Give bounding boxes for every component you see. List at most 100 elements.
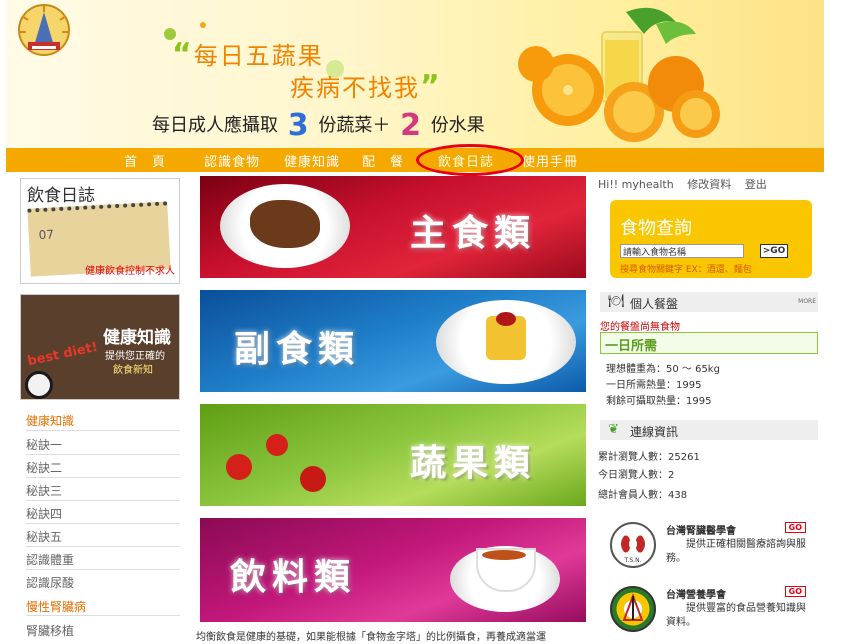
category-side-dish[interactable]: 副食類 [200, 290, 586, 392]
daily-needs-title: 一日所需 [605, 339, 658, 354]
nav-health-knowledge[interactable]: 健康知識 [284, 151, 340, 170]
side-link-tip2[interactable]: 秘訣二 [26, 459, 62, 476]
meal-plate-title: 個人餐盤 [630, 297, 679, 311]
greeting-text: Hi!! myhealth [598, 178, 674, 191]
section-ckd-heading: 慢性腎臟病 [26, 600, 87, 614]
partner-go-button[interactable]: GO [784, 522, 806, 533]
divider [26, 430, 180, 431]
daily-calories: 一日所需熱量：1995 [606, 380, 702, 391]
berry-topping-image [496, 312, 516, 326]
search-title: 食物查詢 [620, 218, 692, 239]
food-diary-promo[interactable]: 飲食日誌 07 健康飲食控制不求人 [20, 178, 180, 284]
slogan-line1: “每日五蔬果 [172, 37, 324, 72]
partner-nutrition-society[interactable]: 台灣營養學會 GO 提供豐富的食品營養知識與資料。 [610, 584, 810, 644]
side-link-tip4[interactable]: 秘訣四 [26, 505, 62, 522]
leaf-icon: ❦ [608, 422, 619, 437]
category-label: 主食類 [410, 213, 537, 254]
side-link-weight[interactable]: 認識體重 [26, 551, 74, 568]
best-diet-badge: best diet! [26, 339, 100, 370]
partner-name: 台灣腎臟醫學會 [666, 526, 736, 537]
veg-label: 份蔬菜＋ [318, 115, 391, 136]
veg-count: 3 [287, 108, 309, 143]
plate-icon: 🍽 [608, 294, 625, 309]
category-staple-food[interactable]: 主食類 [200, 176, 586, 278]
fruit-label: 份水果 [430, 115, 485, 136]
category-drinks[interactable]: 飲料類 [200, 518, 586, 622]
meal-empty-message: 您的餐盤尚無食物 [600, 322, 680, 333]
knowledge-title: 健康知識 [103, 328, 171, 348]
daily-needs-box: 一日所需 [600, 332, 818, 354]
partner-nephrology-society[interactable]: T.S.N. 台灣腎臟醫學會 GO 提供正確相關醫療諮詢與服務。 [610, 520, 810, 580]
tea-image [482, 550, 526, 560]
side-link-tip3[interactable]: 秘訣三 [26, 482, 62, 499]
slogan-line2: 疾病不找我” [290, 69, 442, 104]
nutrition-logo-icon [610, 586, 656, 632]
partner-go-button[interactable]: GO [784, 586, 806, 597]
ideal-weight: 理想體重為：50 ～ 65kg [606, 364, 720, 375]
header-banner: “每日五蔬果 疾病不找我” 每日成人應攝取 3 份蔬菜＋ 2 份水果 [6, 0, 824, 148]
connection-info-header: ❦ 連線資訊 [600, 420, 818, 440]
divider [26, 500, 180, 501]
search-tip: 搜尋食物關鍵字 EX：酒還、麵包 [620, 265, 752, 275]
slogan-text2: 疾病不找我 [290, 74, 420, 102]
divider [26, 523, 180, 524]
partner-name: 台灣營養學會 [666, 590, 726, 601]
nav-user-manual[interactable]: 使用手冊 [522, 151, 578, 170]
tomato-image [300, 466, 326, 492]
total-members: 總計會員人數：438 [598, 490, 688, 501]
fruit-juice-illustration [506, 4, 736, 144]
side-link-tip5[interactable]: 秘訣五 [26, 528, 62, 545]
main-nav: 首 頁 認識食物 健康知識 配 餐 飲食日誌 使用手冊 [6, 148, 824, 172]
nav-home[interactable]: 首 頁 [124, 151, 166, 170]
food-search-input[interactable] [620, 244, 744, 258]
coffee-cup-icon [25, 371, 53, 399]
side-link-uric-acid[interactable]: 認識尿酸 [26, 574, 74, 591]
user-greeting-bar: Hi!! myhealth 修改資料 登出 [598, 176, 777, 192]
site-logo[interactable] [14, 2, 74, 58]
edit-profile-link[interactable]: 修改資料 [687, 178, 731, 191]
fruit-count: 2 [400, 108, 421, 143]
meal-plate-header: 🍽 個人餐盤 MORE [600, 292, 818, 312]
category-label: 蔬果類 [410, 443, 537, 484]
nav-highlight-circle [416, 144, 524, 176]
connection-info-title: 連線資訊 [630, 425, 679, 439]
divider [26, 454, 180, 455]
section-health-knowledge-heading: 健康知識 [26, 414, 75, 428]
intake-recommendation: 每日成人應攝取 3 份蔬菜＋ 2 份水果 [152, 108, 485, 143]
tomato-image [266, 434, 288, 456]
knowledge-subtitle2: 飲食新知 [113, 365, 153, 376]
intake-prefix: 每日成人應攝取 [152, 115, 278, 136]
knowledge-subtitle1: 提供您正確的 [105, 351, 165, 362]
category-label: 飲料類 [230, 557, 357, 598]
calendar-month: 07 [38, 227, 55, 243]
today-views: 今日瀏覽人數：2 [598, 470, 675, 481]
divider [26, 546, 180, 547]
divider [26, 569, 180, 570]
partner-description: 提供正確相關醫療諮詢與服務。 [666, 539, 806, 564]
nav-food-info[interactable]: 認識食物 [204, 151, 260, 170]
diary-tagline: 健康飲食控制不求人 [85, 266, 175, 277]
divider [26, 477, 180, 478]
partner-description: 提供豐富的食品營養知識與資料。 [666, 603, 806, 628]
category-fruit-veg[interactable]: 蔬果類 [200, 404, 586, 506]
search-go-button[interactable]: >GO [760, 244, 788, 258]
more-link[interactable]: MORE [798, 298, 816, 305]
side-link-tip1[interactable]: 秘訣一 [26, 436, 62, 453]
side-link-kidney-transplant[interactable]: 腎臟移植 [26, 622, 74, 639]
health-knowledge-promo[interactable]: best diet! 健康知識 提供您正確的 飲食新知 [20, 294, 180, 400]
decor-dot [200, 22, 206, 28]
category-label: 副食類 [234, 329, 361, 370]
remaining-calories: 剩餘可攝取熱量：1995 [606, 396, 712, 407]
food-search-panel: 食物查詢 >GO 搜尋食物關鍵字 EX：酒還、麵包 [610, 200, 812, 278]
divider [26, 615, 180, 616]
logout-link[interactable]: 登出 [745, 178, 767, 191]
intro-paragraph: 均衡飲食是健康的基礎，如果能根據「食物金字塔」的比例攝食，再養成適當運 [196, 632, 546, 643]
nephrology-logo-icon: T.S.N. [610, 522, 656, 568]
diary-title: 飲食日誌 [27, 186, 95, 206]
tomato-image [226, 454, 252, 480]
roast-meat-image [250, 200, 320, 248]
slogan-text1: 每日五蔬果 [193, 42, 324, 70]
total-views: 累計瀏覽人數：25261 [598, 452, 700, 463]
svg-text:T.S.N.: T.S.N. [624, 557, 642, 564]
nav-meal-plan[interactable]: 配 餐 [362, 151, 404, 170]
